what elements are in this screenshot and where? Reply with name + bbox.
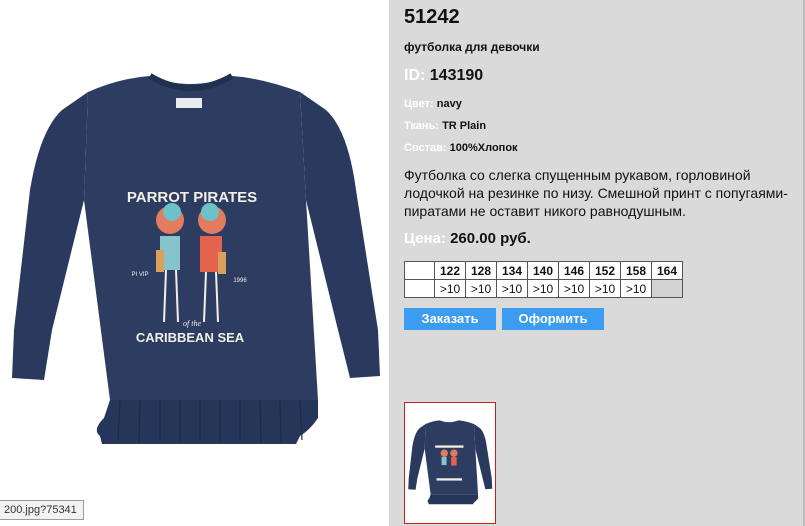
size-header-blank xyxy=(404,261,435,280)
id-value: 143190 xyxy=(429,67,484,84)
stock-blank-cell xyxy=(404,279,435,298)
size-header-row: 122 128 134 140 146 152 158 164 xyxy=(404,261,683,280)
fabric-label: Ткань: xyxy=(404,120,439,132)
stock-158[interactable]: >10 xyxy=(620,279,652,298)
stock-152[interactable]: >10 xyxy=(589,279,621,298)
product-id: ID: 143190 xyxy=(404,67,483,85)
price-value: 260.00 руб. xyxy=(450,230,531,247)
size-stock-row: >10 >10 >10 >10 >10 >10 >10 xyxy=(404,279,683,298)
stock-146[interactable]: >10 xyxy=(558,279,590,298)
stock-128[interactable]: >10 xyxy=(465,279,497,298)
print-title: PARROT PIRATES xyxy=(127,189,257,206)
price-label: Цена: xyxy=(404,230,446,247)
size-164: 164 xyxy=(651,261,683,280)
product-description: Футболка со слегка спущенным рукавом, го… xyxy=(404,167,788,219)
size-122: 122 xyxy=(434,261,466,280)
print-of-text: of the xyxy=(183,319,201,328)
product-subtitle: футболка для девочки xyxy=(404,40,540,54)
product-thumbnail[interactable] xyxy=(404,402,496,524)
stock-140[interactable]: >10 xyxy=(527,279,559,298)
stock-164 xyxy=(651,279,683,298)
size-152: 152 xyxy=(589,261,621,280)
color-label: Цвет: xyxy=(404,98,434,110)
fabric-row: Ткань: TR Plain xyxy=(404,120,486,132)
size-128: 128 xyxy=(465,261,497,280)
size-table: 122 128 134 140 146 152 158 164 >10 >10 … xyxy=(404,261,683,298)
color-value: navy xyxy=(436,98,462,110)
product-info-panel: 51242 футболка для девочки ID: 143190 Цв… xyxy=(390,0,805,526)
size-134: 134 xyxy=(496,261,528,280)
composition-label: Состав: xyxy=(404,142,447,154)
composition-value: 100%Хлопок xyxy=(449,142,518,154)
checkout-button[interactable]: Оформить xyxy=(502,308,604,330)
print-right-text: 1996 xyxy=(233,278,247,284)
stock-134[interactable]: >10 xyxy=(496,279,528,298)
size-146: 146 xyxy=(558,261,590,280)
print-left-text: PI VIP xyxy=(131,272,148,278)
product-image-panel: PARROT PIRATES PI VIP 1996 of the CARIBB… xyxy=(0,0,390,526)
product-main-image[interactable]: PARROT PIRATES PI VIP 1996 of the CARIBB… xyxy=(0,0,390,526)
thumbnail-shirt-image xyxy=(408,420,493,505)
product-article: 51242 xyxy=(404,6,460,28)
price-row: Цена: 260.00 руб. xyxy=(404,230,531,247)
id-label: ID: xyxy=(404,67,426,84)
size-140: 140 xyxy=(527,261,559,280)
print-bottom: CARIBBEAN SEA xyxy=(136,330,245,345)
status-bar-url: 200.jpg?75341 xyxy=(0,500,84,520)
fabric-value: TR Plain xyxy=(442,120,487,132)
color-row: Цвет: navy xyxy=(404,98,462,110)
stock-122[interactable]: >10 xyxy=(434,279,466,298)
size-158: 158 xyxy=(620,261,652,280)
order-button[interactable]: Заказать xyxy=(404,308,496,330)
composition-row: Состав: 100%Хлопок xyxy=(404,142,518,154)
